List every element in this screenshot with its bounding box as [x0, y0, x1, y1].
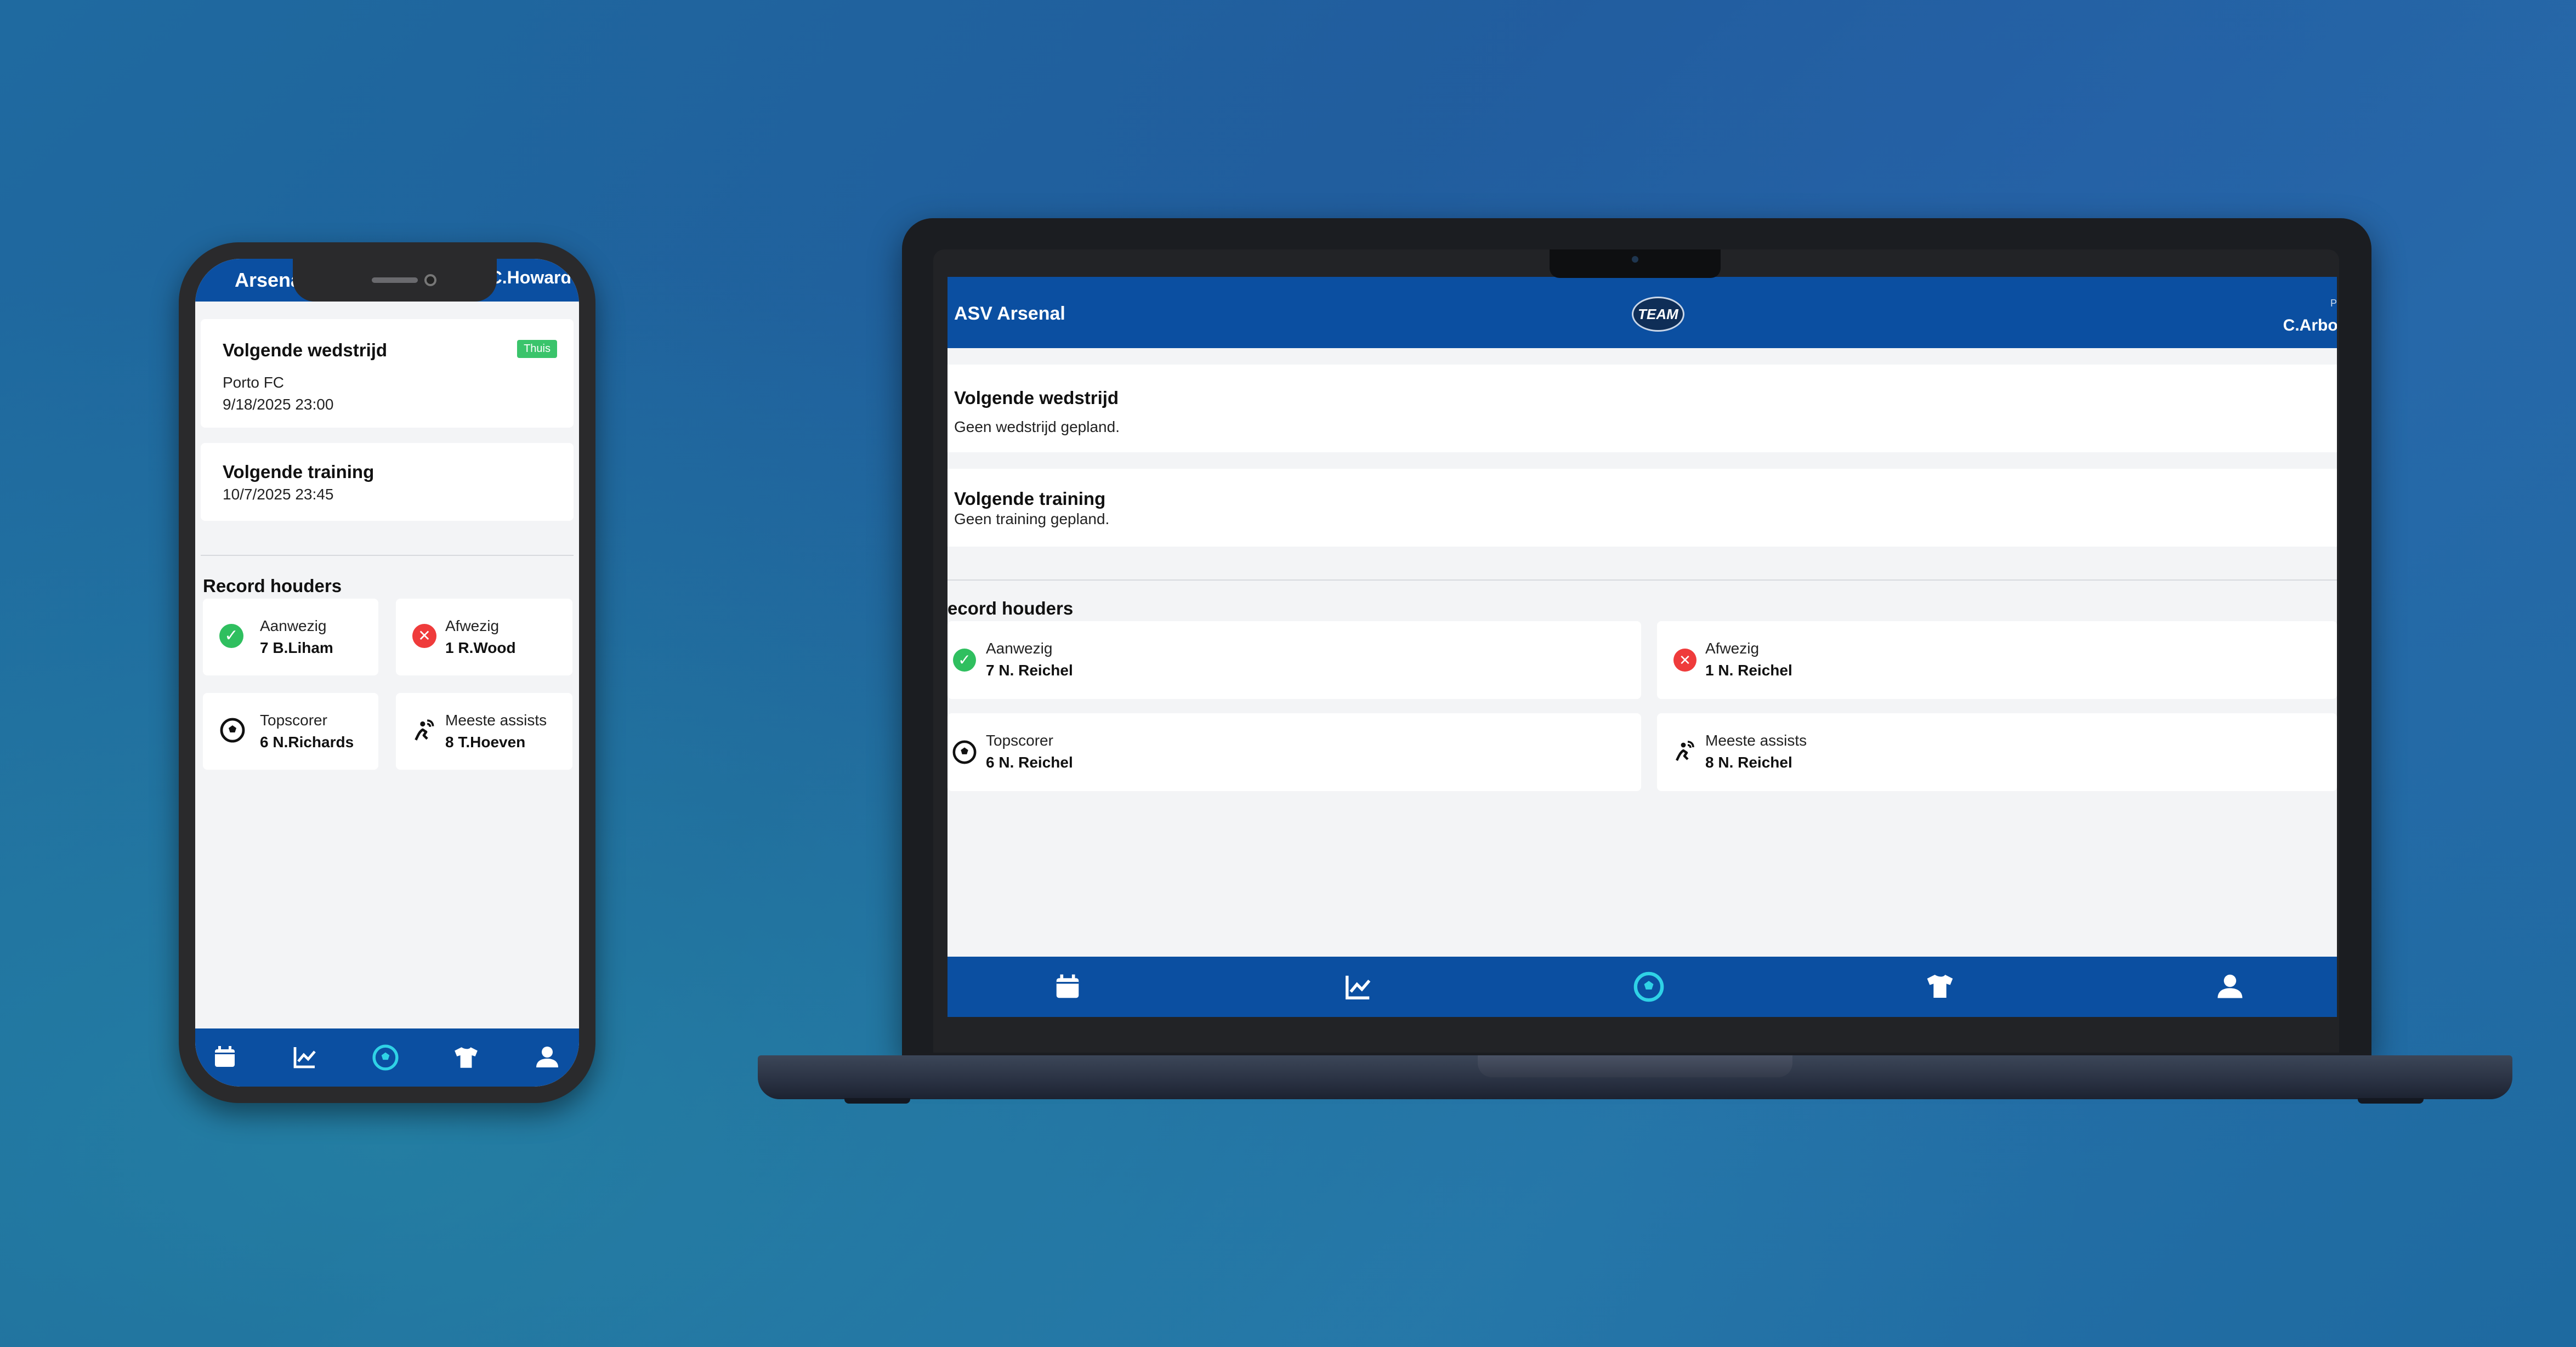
divider [947, 579, 2337, 581]
training-info: Geen training gepland. [954, 510, 1110, 527]
match-info: Geen wedstrijd gepland. [954, 418, 1120, 435]
shirt-icon[interactable] [1924, 971, 1956, 1002]
record-label: Aanwezig [986, 640, 1053, 657]
next-match-card[interactable]: Volgende wedstrijd Thuis Porto FC 9/18/2… [201, 319, 574, 428]
x-icon: ✕ [1673, 649, 1696, 672]
card-title: Volgende training [223, 462, 375, 482]
front-camera [424, 274, 436, 286]
check-icon: ✓ [219, 624, 243, 648]
assist-icon [415, 719, 434, 741]
user-icon[interactable] [534, 1043, 560, 1070]
record-value: 6 N. Reichel [986, 754, 1073, 771]
laptop-notch [1550, 249, 1721, 278]
next-training-card[interactable]: Volgende training Geen training gepland. [947, 469, 2337, 547]
record-label: Meeste assists [1705, 732, 1807, 749]
card-title: Volgende wedstrijd [954, 388, 1119, 408]
soccer-ball-icon[interactable] [372, 1044, 399, 1071]
record-card-present[interactable]: ✓ Aanwezig 7 B.Liham [203, 599, 378, 675]
user-icon[interactable] [2215, 970, 2245, 1002]
soccer-ball-icon [220, 718, 245, 743]
record-label: Aanwezig [260, 617, 327, 634]
webcam [1632, 256, 1638, 263]
card-title: Volgende wedstrijd [223, 340, 388, 360]
check-icon: ✓ [953, 649, 976, 672]
speaker-slot [372, 277, 418, 283]
chart-icon[interactable] [1342, 972, 1374, 1002]
user-name[interactable]: C.Arbol [2283, 316, 2337, 335]
phone-screen: Arsenal C.Howard Volgende wedstrijd Thui… [195, 259, 579, 1087]
record-card-absent[interactable]: ✕ Afwezig 1 R.Wood [396, 599, 572, 675]
x-icon: ✕ [412, 624, 436, 648]
record-card-assists[interactable]: Meeste assists 8 N. Reichel [1657, 713, 2337, 791]
record-value: 7 B.Liham [260, 639, 333, 656]
record-value: 8 N. Reichel [1705, 754, 1792, 771]
laptop-hinge-groove [1478, 1055, 1792, 1077]
record-card-topscorer[interactable]: Topscorer 6 N. Reichel [947, 713, 1641, 791]
calendar-icon[interactable] [1053, 972, 1082, 1002]
record-value: 6 N.Richards [260, 734, 354, 751]
user-name[interactable]: C.Howard [490, 268, 571, 288]
laptop-bottom-nav [947, 957, 2337, 1017]
assist-icon [1676, 741, 1694, 761]
phone-device: Arsenal C.Howard Volgende wedstrijd Thui… [179, 242, 595, 1103]
role-hint: P [2330, 298, 2337, 309]
match-datetime: 9/18/2025 23:00 [223, 396, 334, 413]
team-logo: TEAM [1632, 297, 1684, 332]
record-card-present[interactable]: ✓ Aanwezig 7 N. Reichel [947, 621, 1641, 699]
laptop-screen: ASV Arsenal TEAM P C.Arbol Volgende weds… [947, 277, 2337, 1017]
home-badge: Thuis [517, 340, 557, 358]
record-label: Topscorer [260, 712, 327, 729]
laptop-header: ASV Arsenal TEAM P C.Arbol [947, 277, 2337, 348]
opponent: Porto FC [223, 374, 285, 391]
soccer-ball-icon[interactable] [1633, 971, 1665, 1003]
records-title: Record houders [203, 576, 342, 596]
record-value: 1 R.Wood [445, 639, 516, 656]
record-value: 7 N. Reichel [986, 662, 1073, 679]
next-match-card[interactable]: Volgende wedstrijd Geen wedstrijd geplan… [947, 365, 2337, 452]
team-name: ASV Arsenal [954, 303, 1065, 324]
next-training-card[interactable]: Volgende training 10/7/2025 23:45 [201, 443, 574, 521]
records-title: ecord houders [947, 598, 1074, 618]
training-datetime: 10/7/2025 23:45 [223, 486, 334, 503]
record-label: Afwezig [445, 617, 500, 634]
shirt-icon[interactable] [451, 1044, 481, 1071]
record-label: Topscorer [986, 732, 1053, 749]
card-title: Volgende training [954, 488, 1106, 509]
phone-notch [293, 259, 497, 302]
phone-bottom-nav [195, 1028, 579, 1087]
record-value: 8 T.Hoeven [445, 734, 526, 751]
record-label: Afwezig [1705, 640, 1760, 657]
calendar-icon[interactable] [212, 1044, 238, 1070]
chart-icon[interactable] [291, 1044, 319, 1070]
record-card-absent[interactable]: ✕ Afwezig 1 N. Reichel [1657, 621, 2337, 699]
soccer-ball-icon [952, 740, 977, 764]
laptop-foot-right [2358, 1098, 2424, 1104]
record-card-topscorer[interactable]: Topscorer 6 N.Richards [203, 693, 378, 770]
record-label: Meeste assists [445, 712, 547, 729]
record-card-assists[interactable]: Meeste assists 8 T.Hoeven [396, 693, 572, 770]
divider [201, 555, 574, 556]
laptop-foot-left [844, 1098, 910, 1104]
record-value: 1 N. Reichel [1705, 662, 1792, 679]
